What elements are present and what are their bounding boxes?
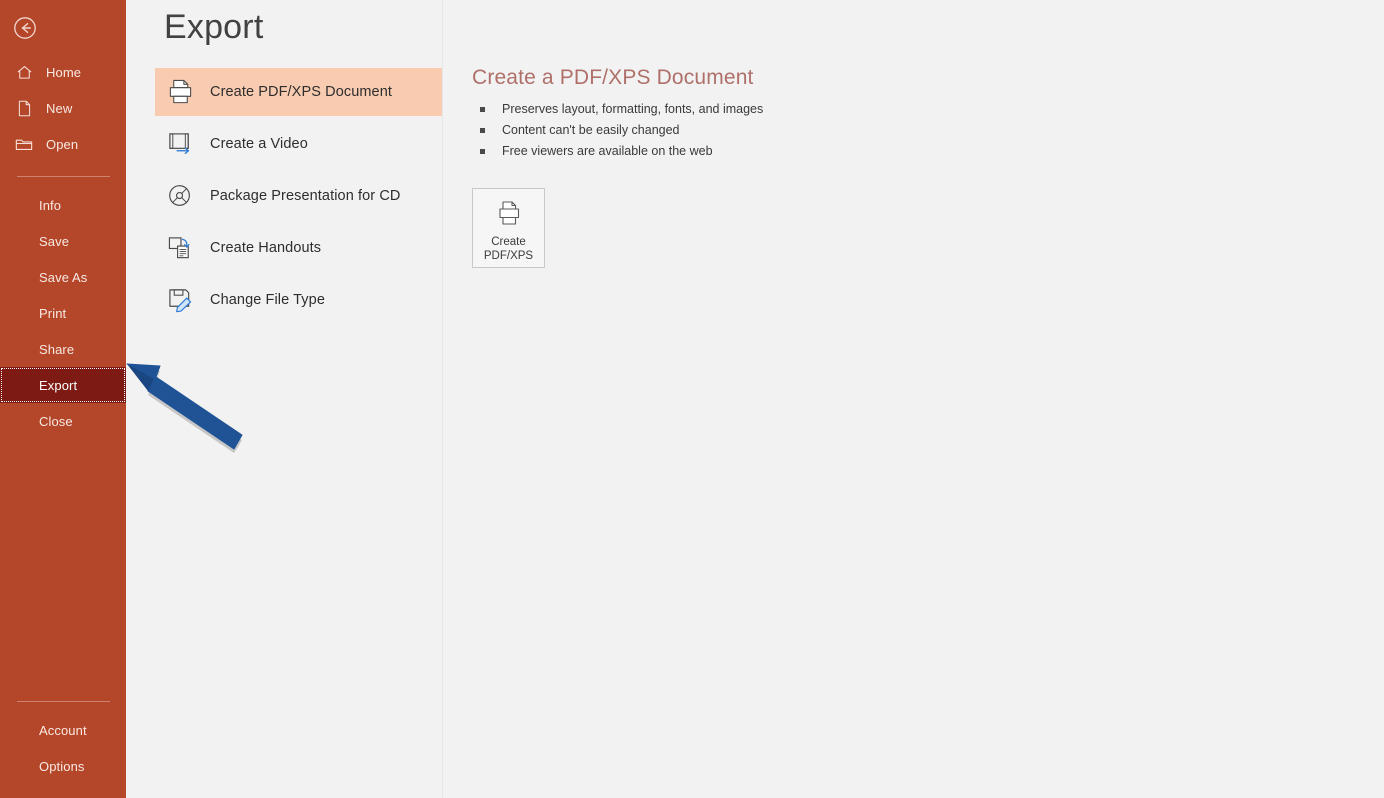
video-film-icon: [165, 129, 195, 159]
export-option-create-pdf-xps[interactable]: Create PDF/XPS Document: [155, 68, 442, 116]
cd-disc-icon: [165, 181, 195, 211]
create-pdf-xps-button[interactable]: Create PDF/XPS: [472, 188, 545, 268]
back-arrow-circle-icon: [14, 17, 36, 39]
sidebar-item-info[interactable]: Info: [0, 187, 126, 223]
new-document-icon: [14, 98, 34, 118]
export-option-create-handouts[interactable]: Create Handouts: [155, 224, 442, 272]
powerpoint-backstage-export-screen: Home New Open Info Save Save As Print Sh…: [0, 0, 1384, 798]
sidebar-divider-bottom: [17, 701, 110, 702]
backstage-content: Export Create PDF/XPS Document Create a …: [126, 0, 1384, 798]
sidebar-item-save-as[interactable]: Save As: [0, 259, 126, 295]
sidebar-item-open[interactable]: Open: [0, 126, 126, 162]
backstage-sidebar: Home New Open Info Save Save As Print Sh…: [0, 0, 126, 798]
sidebar-item-label: New: [46, 100, 73, 116]
sidebar-item-label: Open: [46, 136, 79, 152]
pdf-document-icon: [165, 77, 195, 107]
export-option-change-file-type[interactable]: Change File Type: [155, 276, 442, 324]
sidebar-divider-top: [17, 176, 110, 177]
export-option-label: Package Presentation for CD: [210, 188, 401, 204]
button-line-1: Create: [491, 236, 526, 248]
sidebar-secondary-nav: Info Save Save As Print Share Export Clo…: [0, 187, 126, 439]
back-button[interactable]: [11, 14, 39, 42]
pdf-printer-icon: [493, 199, 525, 229]
export-option-label: Create Handouts: [210, 240, 322, 256]
export-option-label: Create a Video: [210, 136, 308, 152]
file-type-icon: [165, 285, 195, 315]
export-options-list: Create PDF/XPS Document Create a Video P…: [155, 0, 443, 798]
open-folder-icon: [14, 134, 34, 154]
detail-bullet: Content can't be easily changed: [472, 120, 1032, 140]
sidebar-item-account[interactable]: Account: [0, 712, 126, 748]
create-pdf-xps-button-label: Create PDF/XPS: [484, 235, 533, 263]
home-icon: [14, 62, 34, 82]
sidebar-item-export[interactable]: Export: [0, 367, 126, 403]
export-option-label: Change File Type: [210, 292, 325, 308]
export-option-create-video[interactable]: Create a Video: [155, 120, 442, 168]
sidebar-item-print[interactable]: Print: [0, 295, 126, 331]
sidebar-item-new[interactable]: New: [0, 90, 126, 126]
export-detail-pane: Create a PDF/XPS Document Preserves layo…: [472, 66, 1032, 268]
sidebar-item-close[interactable]: Close: [0, 403, 126, 439]
sidebar-item-share[interactable]: Share: [0, 331, 126, 367]
sidebar-item-save[interactable]: Save: [0, 223, 126, 259]
sidebar-item-label: Home: [46, 64, 82, 80]
export-option-label: Create PDF/XPS Document: [210, 84, 393, 100]
sidebar-item-home[interactable]: Home: [0, 54, 126, 90]
detail-bullet: Free viewers are available on the web: [472, 141, 1032, 161]
detail-bullet-list: Preserves layout, formatting, fonts, and…: [472, 99, 1032, 161]
export-option-package-for-cd[interactable]: Package Presentation for CD: [155, 172, 442, 220]
sidebar-primary-nav: Home New Open: [0, 54, 126, 162]
sidebar-bottom-nav: Account Options: [0, 691, 126, 798]
sidebar-item-options[interactable]: Options: [0, 748, 126, 784]
handouts-icon: [165, 233, 195, 263]
detail-heading: Create a PDF/XPS Document: [472, 66, 754, 89]
page-title: Export: [164, 8, 264, 46]
detail-bullet: Preserves layout, formatting, fonts, and…: [472, 99, 1032, 119]
button-line-2: PDF/XPS: [483, 250, 534, 262]
